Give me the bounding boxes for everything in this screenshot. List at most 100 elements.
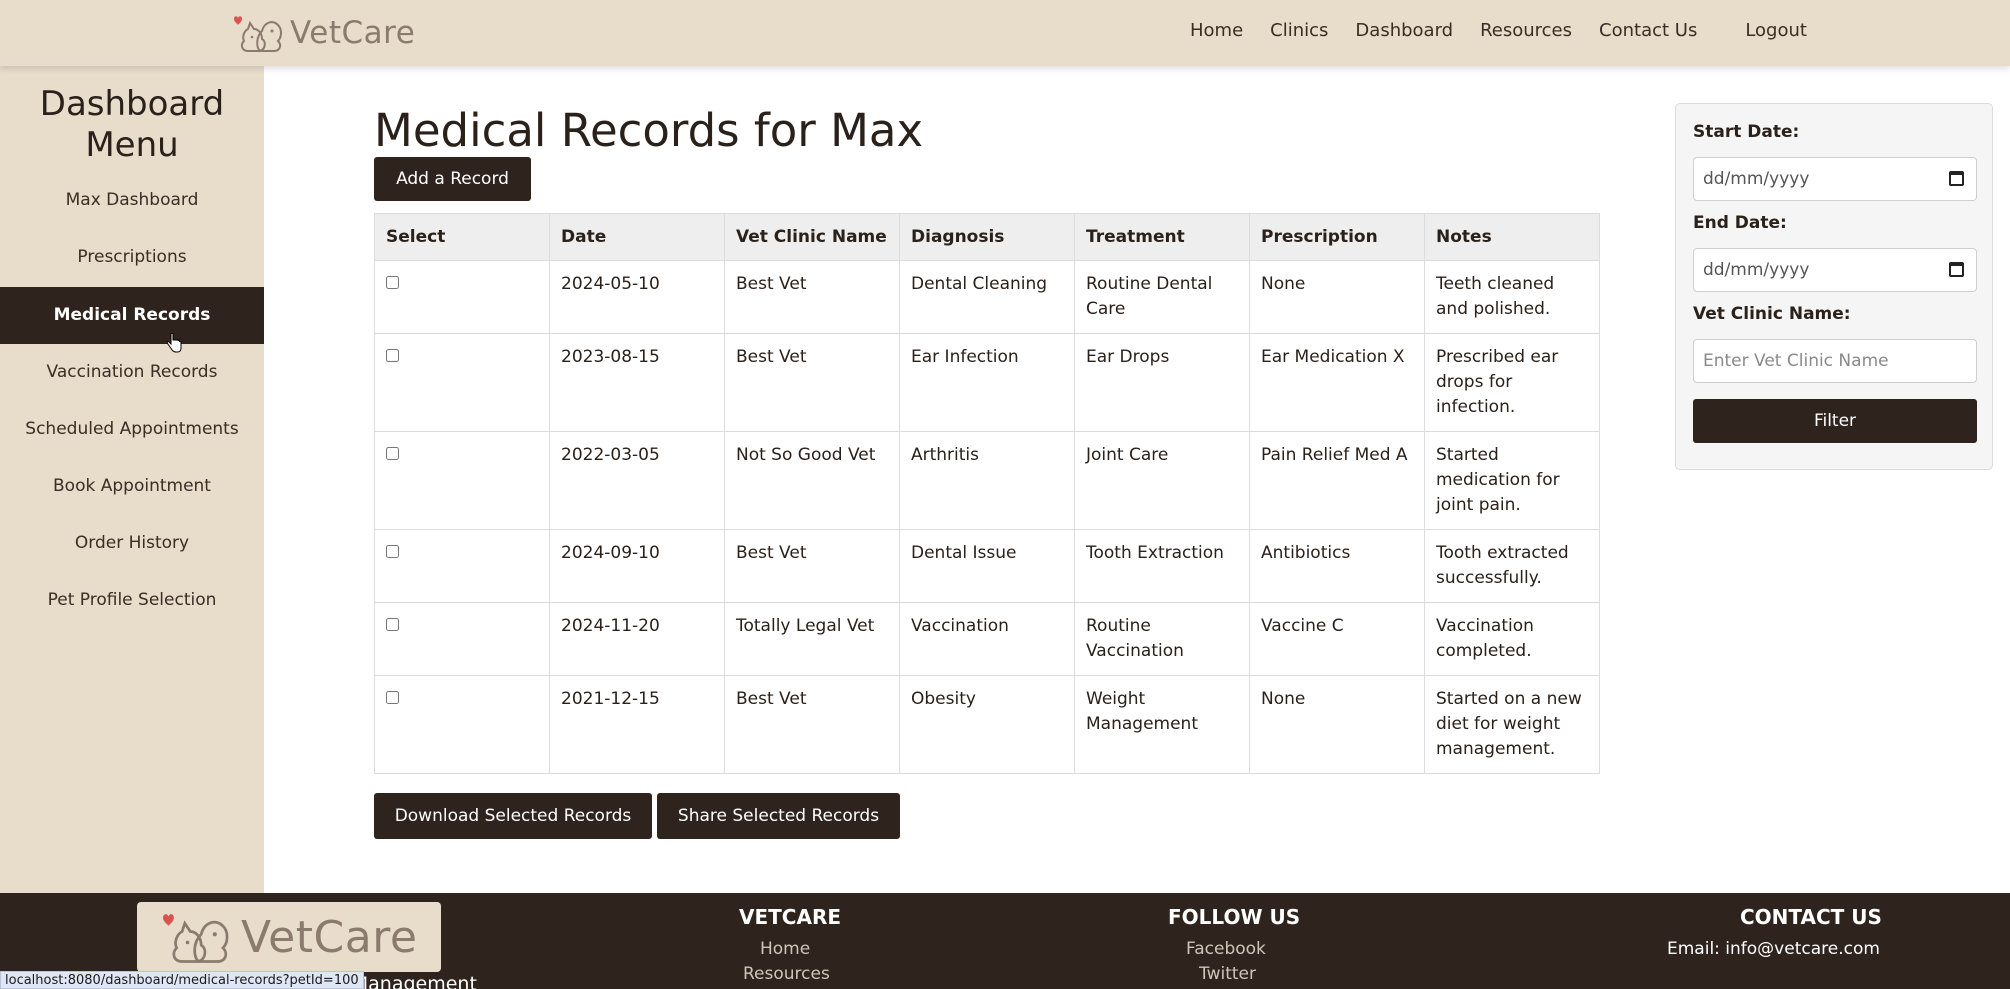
select-cell bbox=[374, 675, 550, 774]
nav-contact-us[interactable]: Contact Us bbox=[1599, 20, 1697, 41]
medical-records-table: Select Date Vet Clinic Name Diagnosis Tr… bbox=[374, 213, 1600, 774]
prescription-cell: Ear Medication X bbox=[1249, 333, 1425, 432]
notes-cell: Started on a new diet for weight managemen… bbox=[1424, 675, 1600, 774]
diagnosis-cell: Dental Issue bbox=[899, 529, 1075, 603]
row-select-checkbox[interactable] bbox=[386, 691, 399, 704]
table-row: 2024-11-20 Totally Legal Vet Vaccination… bbox=[374, 602, 1600, 676]
notes-line: Prescribed ear bbox=[1436, 347, 1559, 367]
notes-line: management. bbox=[1436, 739, 1556, 759]
top-nav: Home Clinics Dashboard Resources Contact… bbox=[1190, 20, 1807, 41]
notes-cell: Vaccination completed. bbox=[1424, 602, 1600, 676]
filter-button[interactable]: Filter bbox=[1693, 399, 1977, 443]
treatment-line: Routine Dental bbox=[1086, 274, 1213, 294]
notes-line: Started on a new bbox=[1436, 689, 1582, 709]
date-cell: 2023-08-15 bbox=[549, 333, 725, 432]
share-selected-records-button[interactable]: Share Selected Records bbox=[657, 793, 900, 839]
diagnosis-cell: Ear Infection bbox=[899, 333, 1075, 432]
download-selected-records-button[interactable]: Download Selected Records bbox=[374, 793, 652, 839]
row-select-checkbox[interactable] bbox=[386, 545, 399, 558]
notes-line: diet for weight bbox=[1436, 714, 1561, 734]
vetcare-logo[interactable]: VetCare bbox=[226, 11, 415, 55]
filter-panel: Start Date: dd/mm/yyyy End Date: dd/mm/y… bbox=[1675, 103, 1993, 470]
sidebar-item-prescriptions[interactable]: Prescriptions bbox=[0, 229, 264, 286]
footer-logo[interactable]: VetCare bbox=[137, 902, 441, 972]
notes-cell: Prescribed ear drops for infection. bbox=[1424, 333, 1600, 432]
table-row: 2024-09-10 Best Vet Dental Issue Tooth E… bbox=[374, 529, 1600, 603]
row-select-checkbox[interactable] bbox=[386, 618, 399, 631]
footer-brand-name: VetCare bbox=[241, 911, 418, 963]
notes-cell: Started medication for joint pain. bbox=[1424, 431, 1600, 530]
select-cell bbox=[374, 602, 550, 676]
notes-cell: Tooth extracted successfully. bbox=[1424, 529, 1600, 603]
notes-cell: Teeth cleaned and polished. bbox=[1424, 260, 1600, 334]
notes-line: Teeth cleaned bbox=[1436, 274, 1555, 294]
treatment-line: Joint Care bbox=[1086, 445, 1169, 465]
treatment-cell: Ear Drops bbox=[1074, 333, 1250, 432]
footer-link-resources[interactable]: Resources bbox=[743, 964, 830, 984]
sidebar-item-pet-profile-selection[interactable]: Pet Profile Selection bbox=[0, 572, 264, 629]
sidebar-item-order-history[interactable]: Order History bbox=[0, 515, 264, 572]
nav-logout[interactable]: Logout bbox=[1745, 20, 1807, 41]
start-date-value: dd/mm/yyyy bbox=[1703, 169, 1810, 189]
notes-line: and polished. bbox=[1436, 299, 1551, 319]
notes-line: successfully. bbox=[1436, 568, 1542, 588]
dog-and-cat-logo-icon bbox=[226, 11, 286, 55]
notes-line: Tooth extracted bbox=[1436, 543, 1569, 563]
prescription-cell: None bbox=[1249, 675, 1425, 774]
date-cell: 2024-11-20 bbox=[549, 602, 725, 676]
notes-line: drops for bbox=[1436, 372, 1513, 392]
row-select-checkbox[interactable] bbox=[386, 447, 399, 460]
sidebar-item-medical-records[interactable]: Medical Records bbox=[0, 287, 264, 344]
clinic-cell: Best Vet bbox=[724, 529, 900, 603]
calendar-icon[interactable] bbox=[1949, 171, 1964, 186]
column-header-diagnosis: Diagnosis bbox=[899, 213, 1075, 261]
column-header-prescription: Prescription bbox=[1249, 213, 1425, 261]
sidebar-item-book-appointment[interactable]: Book Appointment bbox=[0, 458, 264, 515]
sidebar-item-max-dashboard[interactable]: Max Dashboard bbox=[0, 172, 264, 229]
table-row: 2021-12-15 Best Vet Obesity Weight Manage… bbox=[374, 675, 1600, 774]
table-row: 2022-03-05 Not So Good Vet Arthritis Joi… bbox=[374, 431, 1600, 530]
nav-home[interactable]: Home bbox=[1190, 20, 1243, 41]
clinic-cell: Not So Good Vet bbox=[724, 431, 900, 530]
prescription-cell: None bbox=[1249, 260, 1425, 334]
add-record-button[interactable]: Add a Record bbox=[374, 157, 531, 201]
select-cell bbox=[374, 529, 550, 603]
notes-line: Vaccination bbox=[1436, 616, 1534, 636]
row-select-checkbox[interactable] bbox=[386, 276, 399, 289]
nav-dashboard[interactable]: Dashboard bbox=[1355, 20, 1453, 41]
footer-contact-heading: CONTACT US bbox=[1740, 905, 1882, 929]
nav-resources[interactable]: Resources bbox=[1480, 20, 1572, 41]
clinic-cell: Best Vet bbox=[724, 333, 900, 432]
start-date-label: Start Date: bbox=[1693, 122, 1800, 142]
end-date-value: dd/mm/yyyy bbox=[1703, 260, 1810, 280]
status-bar-url: localhost:8080/dashboard/medical-records… bbox=[0, 971, 364, 989]
sidebar-title: Dashboard Menu bbox=[0, 84, 264, 166]
end-date-input[interactable]: dd/mm/yyyy bbox=[1693, 248, 1977, 292]
clinic-cell: Totally Legal Vet bbox=[724, 602, 900, 676]
footer-link-home[interactable]: Home bbox=[760, 939, 810, 959]
footer-link-facebook[interactable]: Facebook bbox=[1186, 939, 1266, 959]
vet-clinic-name-input[interactable]: Enter Vet Clinic Name bbox=[1693, 339, 1977, 383]
footer-email[interactable]: Email: info@vetcare.com bbox=[1667, 939, 1880, 959]
treatment-line: Vaccination bbox=[1086, 641, 1184, 661]
sidebar-item-scheduled-appointments[interactable]: Scheduled Appointments bbox=[0, 401, 264, 458]
page-title: Medical Records for Max bbox=[374, 104, 924, 157]
calendar-icon[interactable] bbox=[1949, 262, 1964, 277]
prescription-cell: Pain Relief Med A bbox=[1249, 431, 1425, 530]
nav-clinics[interactable]: Clinics bbox=[1270, 20, 1328, 41]
treatment-line: Ear Drops bbox=[1086, 347, 1170, 367]
diagnosis-cell: Arthritis bbox=[899, 431, 1075, 530]
treatment-cell: Routine Dental Care bbox=[1074, 260, 1250, 334]
select-cell bbox=[374, 431, 550, 530]
sidebar-item-vaccination-records[interactable]: Vaccination Records bbox=[0, 344, 264, 401]
hand-pointer-icon bbox=[166, 332, 182, 357]
table-row: 2024-05-10 Best Vet Dental Cleaning Rout… bbox=[374, 260, 1600, 334]
notes-line: joint pain. bbox=[1436, 495, 1521, 515]
column-header-notes: Notes bbox=[1424, 213, 1600, 261]
start-date-input[interactable]: dd/mm/yyyy bbox=[1693, 157, 1977, 201]
row-select-checkbox[interactable] bbox=[386, 349, 399, 362]
treatment-line: Routine bbox=[1086, 616, 1151, 636]
select-cell bbox=[374, 260, 550, 334]
footer-link-twitter[interactable]: Twitter bbox=[1199, 964, 1256, 984]
date-cell: 2024-05-10 bbox=[549, 260, 725, 334]
